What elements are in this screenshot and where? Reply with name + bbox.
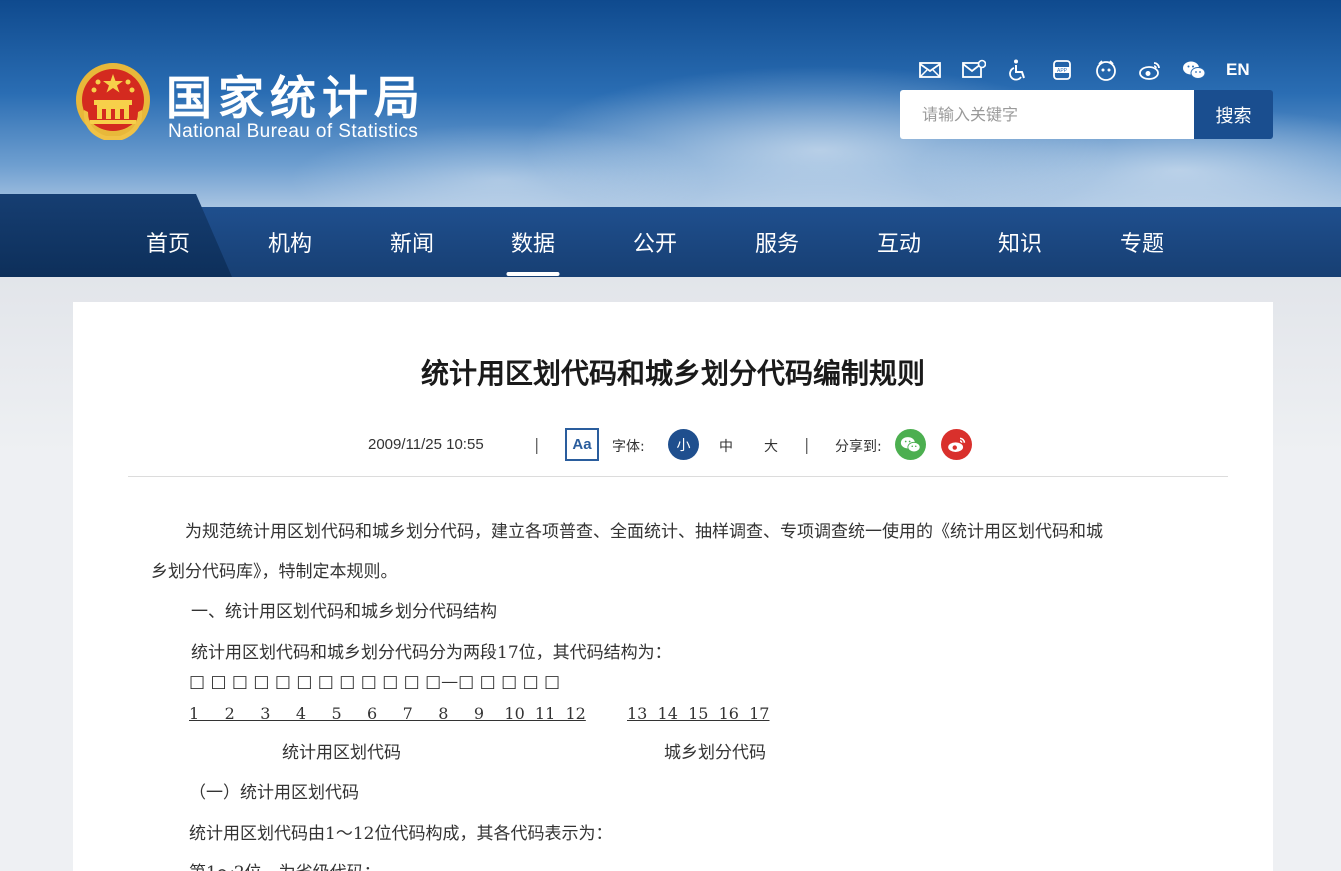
nav-item-interaction[interactable]: 互动 <box>838 207 960 277</box>
nav-item-news[interactable]: 新闻 <box>351 207 473 277</box>
app-icon[interactable]: APP <box>1048 56 1076 84</box>
weibo-icon[interactable] <box>1136 56 1164 84</box>
search-button[interactable]: 搜索 <box>1194 90 1273 139</box>
publish-date: 2009/11/25 10:55 <box>368 436 484 453</box>
font-size-icon: Aa <box>565 428 599 461</box>
svg-text:APP: APP <box>1057 68 1068 74</box>
main-nav: 首页 机构 新闻 数据 公开 服务 互动 知识 专题 <box>0 194 1341 277</box>
code-digits-urban-rural: 13 14 15 16 17 <box>627 704 770 723</box>
paragraph-intro-line1: 为规范统计用区划代码和城乡划分代码，建立各项普查、全面统计、抽样调查、专项调查统… <box>185 522 1103 542</box>
nav-item-public[interactable]: 公开 <box>594 207 716 277</box>
share-weibo-icon[interactable] <box>941 429 972 460</box>
site-logo-subtitle[interactable]: National Bureau of Statistics <box>168 121 418 143</box>
meta-divider <box>128 476 1228 477</box>
header-toolbar: APP EN <box>916 56 1250 84</box>
article-meta: 2009/11/25 10:55 | Aa 字体: 小 中 大 | 分享到: <box>0 428 1341 462</box>
nav-item-knowledge[interactable]: 知识 <box>959 207 1081 277</box>
nav-item-organization[interactable]: 机构 <box>229 207 351 277</box>
national-emblem-icon[interactable] <box>74 60 152 144</box>
search-bar: 搜索 <box>900 90 1273 139</box>
paragraph-province-code: 第1～2位，为省级代码； <box>189 858 381 871</box>
language-switch-en[interactable]: EN <box>1226 60 1250 80</box>
section-heading-1-1: （一）统计用区划代码 <box>189 783 359 803</box>
code-structure-boxes: □ □ □ □ □ □ □ □ □ □ □ □—□ □ □ □ □ <box>189 672 561 692</box>
search-input[interactable] <box>900 90 1194 139</box>
mini-program-icon[interactable] <box>1092 56 1120 84</box>
accessibility-icon[interactable] <box>1004 56 1032 84</box>
site-header: 国家统计局 National Bureau of Statistics APP … <box>0 0 1341 207</box>
article-title: 统计用区划代码和城乡划分代码编制规则 <box>420 357 925 390</box>
share-label: 分享到: <box>835 439 882 455</box>
mail-settings-icon[interactable] <box>960 56 988 84</box>
mail-icon[interactable] <box>916 56 944 84</box>
font-size-large-button[interactable]: 大 <box>764 436 778 456</box>
label-region-code: 统计用区划代码 <box>282 743 401 763</box>
paragraph-structure: 统计用区划代码和城乡划分代码分为两段17位，其代码结构为： <box>191 643 672 663</box>
paragraph-intro-line2: 乡划分代码库》，特制定本规则。 <box>151 562 398 582</box>
code-digits-region: 1 2 3 4 5 6 7 8 9 10 11 12 <box>189 704 586 723</box>
nav-item-data[interactable]: 数据 <box>472 207 594 277</box>
meta-separator: | <box>804 435 810 454</box>
wechat-icon[interactable] <box>1180 56 1208 84</box>
nav-item-home[interactable]: 首页 <box>107 207 229 277</box>
font-size-small-button[interactable]: 小 <box>668 429 699 460</box>
nav-item-services[interactable]: 服务 <box>716 207 838 277</box>
paragraph-region-code: 统计用区划代码由1～12位代码构成，其各代码表示为： <box>189 824 613 844</box>
site-logo-title[interactable]: 国家统计局 <box>166 62 426 128</box>
section-heading-1: 一、统计用区划代码和城乡划分代码结构 <box>191 602 497 622</box>
nav-item-topics[interactable]: 专题 <box>1081 207 1203 277</box>
font-size-label: 字体: <box>612 439 645 455</box>
font-size-medium-button[interactable]: 中 <box>719 436 733 456</box>
label-urban-rural-code: 城乡划分代码 <box>664 743 766 763</box>
meta-separator: | <box>534 435 540 454</box>
share-wechat-icon[interactable] <box>895 429 926 460</box>
